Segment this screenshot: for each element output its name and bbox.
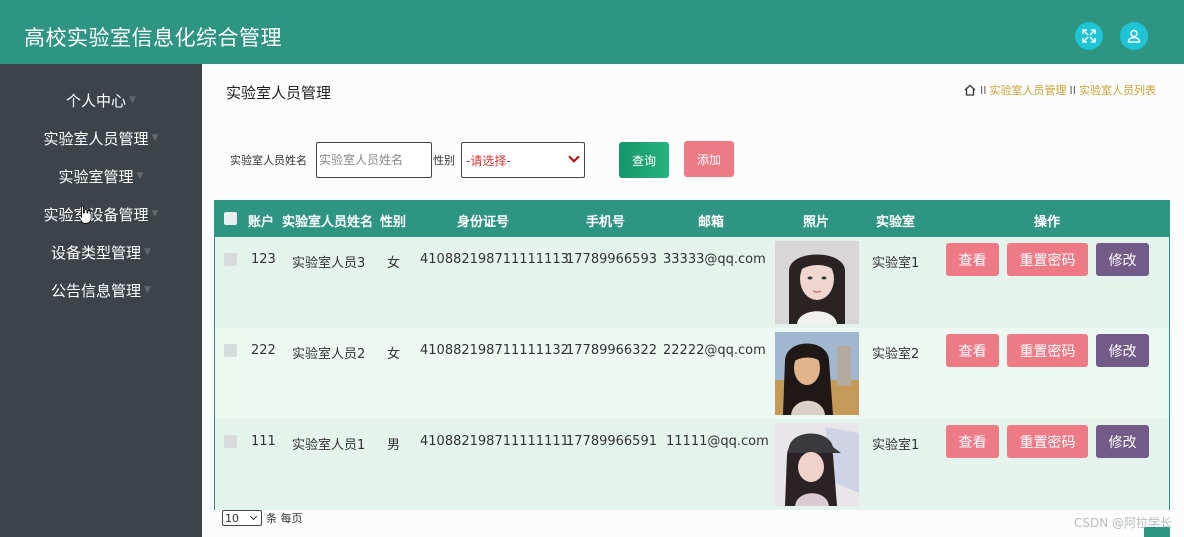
- table-row: 123 实验室人员3 女 410882198711111113 17789966…: [215, 237, 1169, 328]
- gender-label: 性别: [433, 154, 455, 167]
- column-header-name: 实验室人员姓名: [282, 215, 374, 230]
- user-button[interactable]: [1120, 22, 1148, 50]
- staff-photo: [775, 423, 859, 506]
- breadcrumb-separator: II: [980, 83, 987, 97]
- expand-icon: [1082, 29, 1096, 43]
- app-title: 高校实验室信息化综合管理: [24, 26, 282, 50]
- breadcrumb-separator: II: [1069, 83, 1077, 97]
- cell-id-number: 410882198711111113: [420, 252, 569, 267]
- sidebar-item-lab-staff[interactable]: 实验室人员管理 ▼: [0, 119, 202, 157]
- chevron-down-icon: [568, 151, 580, 163]
- caret-down-icon: ▼: [129, 95, 136, 105]
- sidebar-item-personal-center[interactable]: 个人中心 ▼: [0, 81, 202, 119]
- breadcrumb: II 实验室人员管理 II 实验室人员列表: [963, 82, 1156, 98]
- staff-table: 账户 实验室人员姓名 性别 身份证号 手机号 邮箱 照片 实验室 操作 123 …: [214, 200, 1170, 510]
- cell-account: 123: [251, 252, 276, 267]
- cell-gender: 女: [387, 347, 401, 362]
- cell-name: 实验室人员3: [292, 256, 366, 271]
- hand-cursor-icon: [78, 205, 92, 224]
- page-size-suffix: 条 每页: [266, 512, 303, 525]
- cell-account: 111: [251, 434, 276, 449]
- cell-phone: 17789966322: [566, 343, 657, 358]
- page-size-value: 10: [225, 511, 239, 525]
- cell-name: 实验室人员2: [292, 347, 366, 362]
- pagination: 10 条 每页: [222, 510, 303, 526]
- cell-email: 33333@qq.com: [663, 252, 766, 267]
- cell-lab: 实验室2: [872, 347, 920, 362]
- name-search-label: 实验室人员姓名: [230, 154, 307, 167]
- sidebar-item-label: 公告信息管理: [51, 281, 142, 300]
- caret-down-icon: ▼: [144, 247, 151, 257]
- home-icon[interactable]: [963, 83, 977, 97]
- cell-email: 22222@qq.com: [663, 343, 766, 358]
- sidebar-item-lab-equipment[interactable]: 实验室设备管理 ▼: [0, 195, 202, 233]
- user-icon: [1127, 29, 1141, 43]
- edit-button[interactable]: 修改: [1096, 243, 1149, 276]
- cell-account: 222: [251, 343, 276, 358]
- cell-id-number: 410882198711111111: [420, 434, 569, 449]
- cell-phone: 17789966591: [566, 434, 657, 449]
- reset-password-button[interactable]: 重置密码: [1007, 334, 1088, 367]
- sidebar: 个人中心 ▼ 实验室人员管理 ▼ 实验室管理 ▼ 实验室设备管理 ▼ 设备类型管理 ▼ 公…: [0, 64, 202, 537]
- row-checkbox[interactable]: [224, 253, 237, 266]
- caret-down-icon: ▼: [151, 133, 159, 143]
- edit-button[interactable]: 修改: [1096, 425, 1149, 458]
- cell-id-number: 410882198711111132: [420, 343, 569, 358]
- select-all-checkbox[interactable]: [224, 212, 237, 225]
- column-header-gender: 性别: [380, 215, 407, 230]
- page-size-select[interactable]: 10: [222, 510, 262, 526]
- row-checkbox[interactable]: [224, 344, 237, 357]
- caret-down-icon: ▼: [151, 209, 159, 219]
- column-header-phone: 手机号: [586, 215, 626, 230]
- table-row: 111 实验室人员1 男 410882198711111111 17789966…: [215, 419, 1169, 510]
- reset-password-button[interactable]: 重置密码: [1007, 425, 1088, 458]
- reset-password-button[interactable]: 重置密码: [1007, 243, 1088, 276]
- view-button[interactable]: 查看: [946, 334, 999, 367]
- gender-select[interactable]: -请选择-: [461, 142, 585, 178]
- sidebar-item-label: 实验室设备管理: [43, 205, 149, 224]
- view-button[interactable]: 查看: [946, 243, 999, 276]
- cell-lab: 实验室1: [872, 438, 920, 453]
- sidebar-item-lab[interactable]: 实验室管理 ▼: [0, 157, 202, 195]
- view-button[interactable]: 查看: [946, 425, 999, 458]
- scroll-to-top-button[interactable]: [1144, 527, 1170, 537]
- column-header-account: 账户: [248, 215, 275, 230]
- breadcrumb-lab-staff-list[interactable]: 实验室人员列表: [1079, 82, 1156, 98]
- table-header: 账户 实验室人员姓名 性别 身份证号 手机号 邮箱 照片 实验室 操作: [215, 201, 1169, 237]
- caret-down-icon: ▼: [144, 285, 151, 295]
- cell-email: 11111@qq.com: [666, 434, 769, 449]
- column-header-photo: 照片: [803, 215, 830, 230]
- name-search-input[interactable]: [316, 142, 432, 178]
- column-header-lab: 实验室: [876, 215, 916, 230]
- staff-photo: [775, 332, 859, 415]
- row-checkbox[interactable]: [224, 435, 237, 448]
- cell-name: 实验室人员1: [292, 438, 366, 453]
- table-row: 222 实验室人员2 女 410882198711111132 17789966…: [215, 328, 1169, 419]
- sidebar-item-label: 个人中心: [66, 91, 127, 110]
- sidebar-item-equipment-type[interactable]: 设备类型管理 ▼: [0, 233, 202, 271]
- top-header: 高校实验室信息化综合管理: [0, 0, 1184, 64]
- column-header-email: 邮箱: [698, 215, 725, 230]
- sidebar-item-announcements[interactable]: 公告信息管理 ▼: [0, 271, 202, 309]
- add-button[interactable]: 添加: [684, 141, 734, 177]
- caret-down-icon: ▼: [136, 171, 144, 181]
- cell-phone: 17789966593: [566, 252, 657, 267]
- edit-button[interactable]: 修改: [1096, 334, 1149, 367]
- staff-photo: [775, 241, 859, 324]
- gender-select-value: -请选择-: [466, 153, 511, 168]
- cell-lab: 实验室1: [872, 256, 920, 271]
- main-content: 实验室人员管理 II 实验室人员管理 II 实验室人员列表 实验室人员姓名 性别…: [202, 64, 1184, 537]
- cell-gender: 男: [387, 438, 401, 453]
- breadcrumb-lab-staff[interactable]: 实验室人员管理: [990, 82, 1067, 98]
- page-title: 实验室人员管理: [226, 84, 332, 102]
- fullscreen-button[interactable]: [1075, 22, 1103, 50]
- sidebar-item-label: 设备类型管理: [51, 243, 142, 262]
- sidebar-item-label: 实验室人员管理: [43, 129, 149, 148]
- sidebar-item-label: 实验室管理: [58, 167, 134, 186]
- cell-gender: 女: [387, 256, 401, 271]
- chevron-down-icon: [249, 512, 258, 521]
- query-button[interactable]: 查询: [619, 142, 669, 178]
- column-header-actions: 操作: [1034, 215, 1061, 230]
- column-header-id-number: 身份证号: [457, 215, 510, 230]
